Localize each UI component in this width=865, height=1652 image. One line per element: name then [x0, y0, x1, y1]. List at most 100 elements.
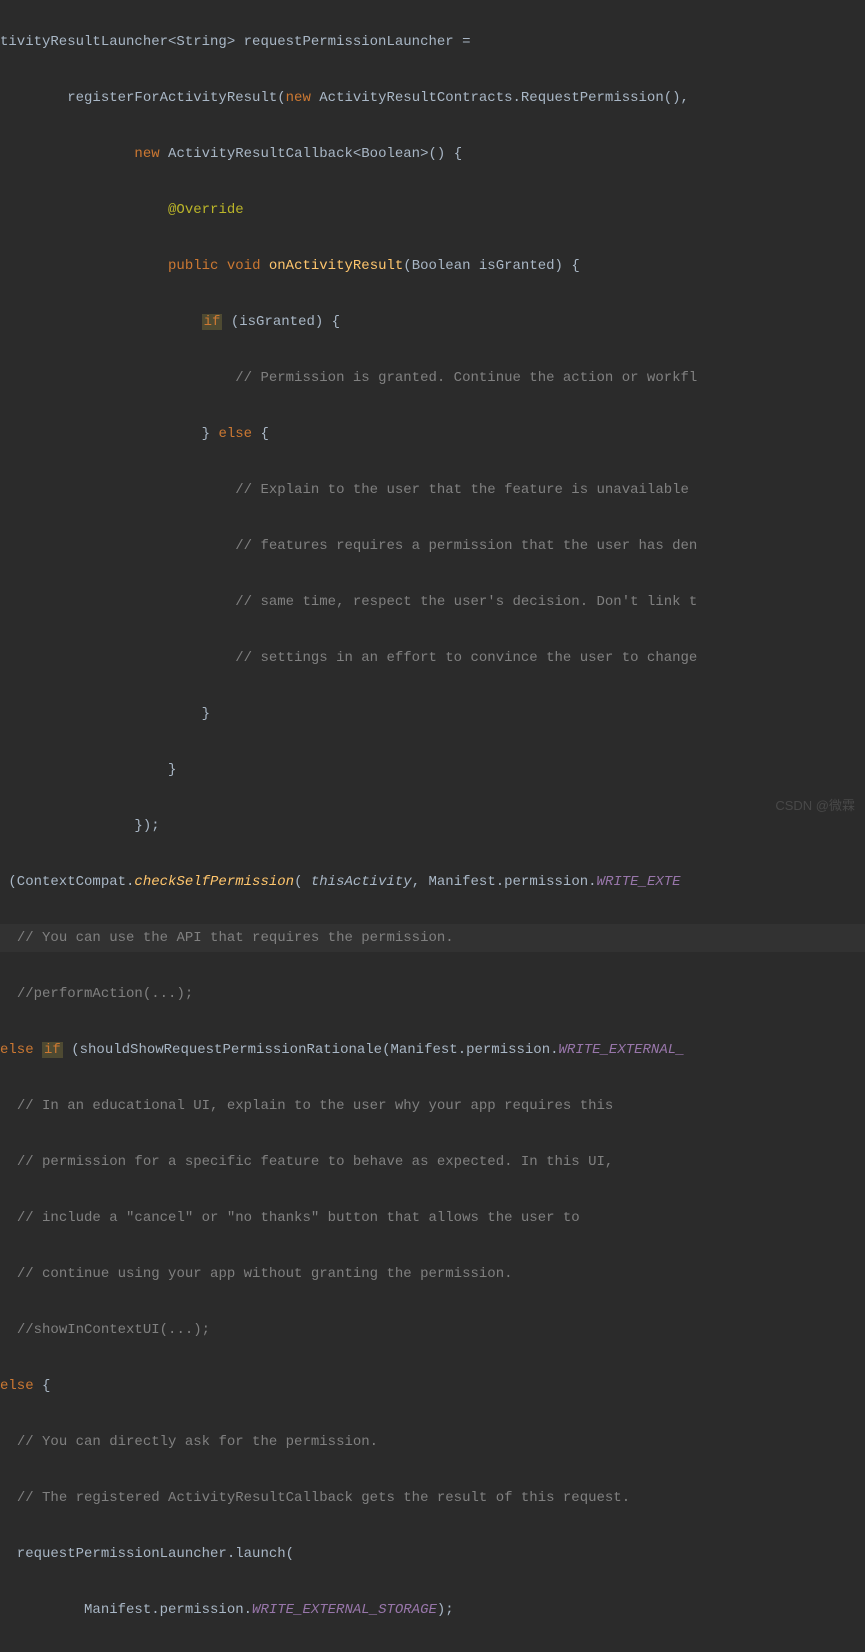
method-name: onActivityResult: [269, 258, 403, 274]
code-line: (ContextCompat.checkSelfPermission( this…: [0, 868, 865, 896]
code-line: //showInContextUI(...);: [0, 1316, 865, 1344]
keyword-if-highlighted: if: [42, 1042, 63, 1058]
constant: WRITE_EXTE: [597, 874, 681, 890]
comment: // settings in an effort to convince the…: [235, 650, 697, 666]
code-text: [0, 370, 235, 386]
code-text: (shouldShowRequestPermissionRationale(Ma…: [63, 1042, 559, 1058]
code-text: [0, 258, 168, 274]
code-line: // In an educational UI, explain to the …: [0, 1092, 865, 1120]
code-text: tivityResultLauncher<String> requestPerm…: [0, 34, 470, 50]
code-line: // continue using your app without grant…: [0, 1260, 865, 1288]
code-line: // same time, respect the user's decisio…: [0, 588, 865, 616]
code-text: (ContextCompat.: [0, 874, 134, 890]
code-line: // You can directly ask for the permissi…: [0, 1428, 865, 1456]
comment: // Permission is granted. Continue the a…: [235, 370, 697, 386]
code-line: }: [0, 700, 865, 728]
code-line: // Explain to the user that the feature …: [0, 476, 865, 504]
constant: WRITE_EXTERNAL_STORAGE: [252, 1602, 437, 1618]
code-line: else if (shouldShowRequestPermissionRati…: [0, 1036, 865, 1064]
code-line: // include a "cancel" or "no thanks" but…: [0, 1204, 865, 1232]
code-text: (isGranted) {: [222, 314, 340, 330]
code-line: requestPermissionLauncher.launch(: [0, 1540, 865, 1568]
code-line: // The registered ActivityResultCallback…: [0, 1484, 865, 1512]
code-text: }: [0, 706, 210, 722]
space: [34, 1042, 42, 1058]
code-text: , Manifest.permission.: [412, 874, 597, 890]
code-text: }: [0, 762, 176, 778]
code-line: new ActivityResultCallback<Boolean>() {: [0, 140, 865, 168]
keyword-else: else: [0, 1378, 34, 1394]
keyword-else: else: [218, 426, 252, 442]
code-text: (Boolean isGranted) {: [403, 258, 579, 274]
code-text: registerForActivityResult(: [0, 90, 286, 106]
constant: WRITE_EXTERNAL_: [559, 1042, 685, 1058]
code-text: requestPermissionLauncher.launch(: [0, 1546, 294, 1562]
comment: // You can directly ask for the permissi…: [17, 1434, 378, 1450]
code-text: [0, 1490, 17, 1506]
code-text: [0, 930, 17, 946]
comment: // Explain to the user that the feature …: [235, 482, 697, 498]
code-line: else {: [0, 1372, 865, 1400]
code-text: [0, 538, 235, 554]
comment: // continue using your app without grant…: [17, 1266, 513, 1282]
code-line: // permission for a specific feature to …: [0, 1148, 865, 1176]
code-text: [0, 1434, 17, 1450]
watermark: CSDN @微霖: [775, 792, 855, 820]
space: [260, 258, 268, 274]
code-line: public void onActivityResult(Boolean isG…: [0, 252, 865, 280]
comment: // include a "cancel" or "no thanks" but…: [17, 1210, 580, 1226]
code-text: [0, 986, 17, 1002]
code-text: }: [0, 426, 218, 442]
code-line: }: [0, 756, 865, 784]
code-text: [0, 1266, 17, 1282]
comment: // permission for a specific feature to …: [17, 1154, 614, 1170]
code-line: Manifest.permission.WRITE_EXTERNAL_STORA…: [0, 1596, 865, 1624]
comment: // In an educational UI, explain to the …: [17, 1098, 614, 1114]
code-text: ActivityResultCallback<Boolean>() {: [160, 146, 462, 162]
method-call: checkSelfPermission: [134, 874, 294, 890]
code-text: [0, 594, 235, 610]
code-text: ActivityResultContracts.RequestPermissio…: [311, 90, 689, 106]
code-line: // Permission is granted. Continue the a…: [0, 364, 865, 392]
code-line: //performAction(...);: [0, 980, 865, 1008]
keyword-public: public: [168, 258, 218, 274]
code-line: @Override: [0, 196, 865, 224]
code-text: );: [437, 1602, 454, 1618]
comment: // same time, respect the user's decisio…: [235, 594, 697, 610]
code-text: [0, 202, 168, 218]
code-line-highlighted: // You can use the API that requires the…: [0, 924, 865, 952]
code-text: [0, 1322, 17, 1338]
code-text: [0, 1098, 17, 1114]
code-line: if (isGranted) {: [0, 308, 865, 336]
code-text: [0, 1154, 17, 1170]
code-text: });: [0, 818, 160, 834]
code-text: (: [294, 874, 311, 890]
keyword-else: else: [0, 1042, 34, 1058]
code-text: [0, 650, 235, 666]
code-line: // features requires a permission that t…: [0, 532, 865, 560]
code-text: Manifest.permission.: [0, 1602, 252, 1618]
param: thisActivity: [311, 874, 412, 890]
space: [218, 258, 226, 274]
annotation-override: @Override: [168, 202, 244, 218]
keyword-void: void: [227, 258, 261, 274]
code-line: // settings in an effort to convince the…: [0, 644, 865, 672]
code-text: [0, 482, 235, 498]
keyword-if-highlighted: if: [202, 314, 223, 330]
code-text: [0, 1210, 17, 1226]
code-text: {: [34, 1378, 51, 1394]
comment: // You can use the API that requires the…: [17, 930, 454, 946]
comment: // The registered ActivityResultCallback…: [17, 1490, 630, 1506]
code-line: tivityResultLauncher<String> requestPerm…: [0, 28, 865, 56]
comment: //showInContextUI(...);: [17, 1322, 210, 1338]
keyword-new: new: [286, 90, 311, 106]
code-text: {: [252, 426, 269, 442]
code-text: [0, 146, 134, 162]
code-line: } else {: [0, 420, 865, 448]
code-editor[interactable]: tivityResultLauncher<String> requestPerm…: [0, 0, 865, 1652]
code-line: });: [0, 812, 865, 840]
code-line: registerForActivityResult(new ActivityRe…: [0, 84, 865, 112]
keyword-new: new: [134, 146, 159, 162]
code-text: [0, 314, 202, 330]
comment: // features requires a permission that t…: [235, 538, 697, 554]
